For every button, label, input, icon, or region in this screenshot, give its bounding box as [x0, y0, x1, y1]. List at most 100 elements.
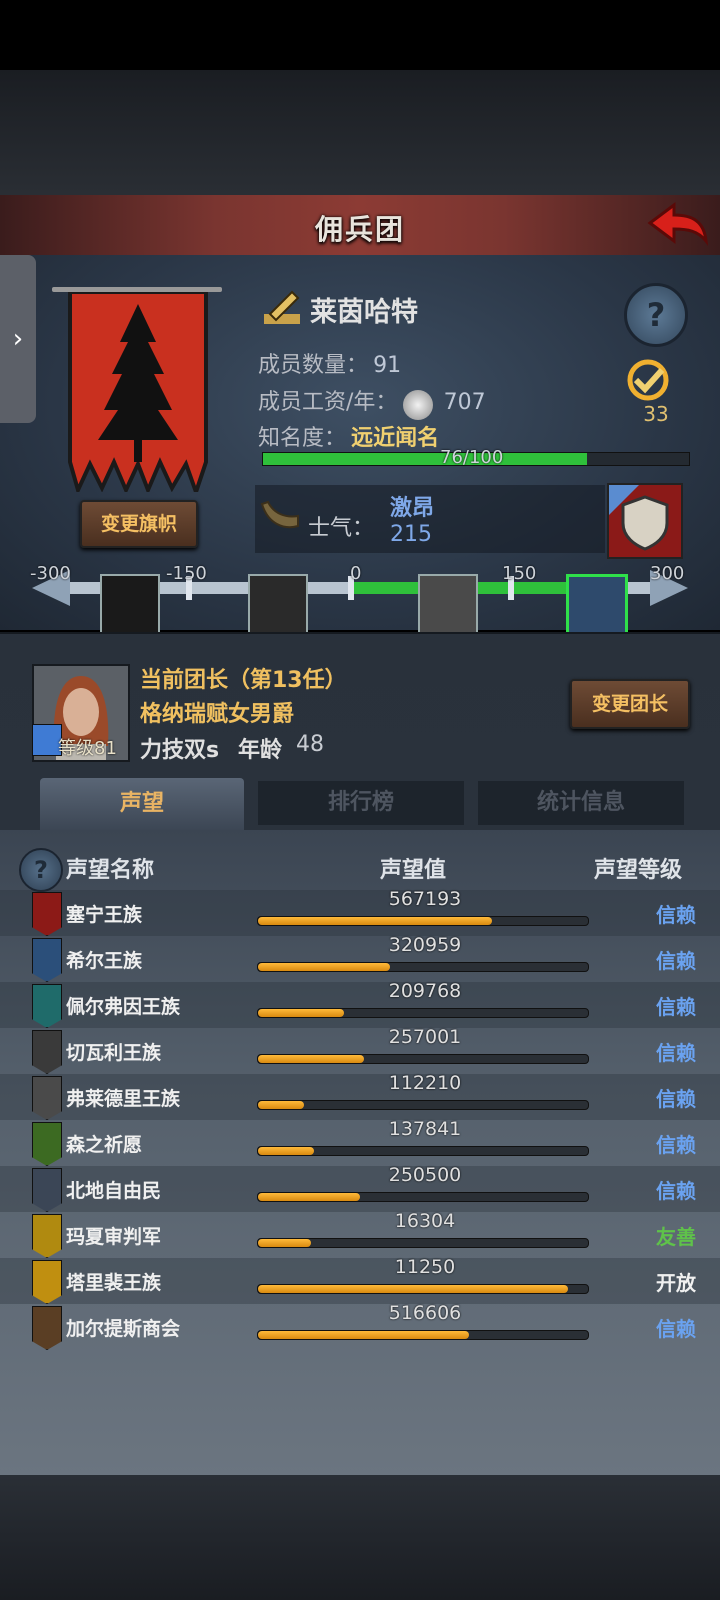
- fame-progress-text: 76/100: [440, 447, 504, 468]
- reputation-bar-fill: [258, 1009, 344, 1017]
- morale-broken-icon[interactable]: [100, 574, 160, 634]
- fame-value: 远近闻名: [351, 426, 440, 451]
- leader-age-label: 年龄: [238, 738, 283, 763]
- reputation-level: 开放: [656, 1271, 696, 1295]
- leader-title: 当前团长（第13任）: [140, 668, 347, 693]
- back-arrow-icon[interactable]: [646, 201, 710, 247]
- badge-count: 33: [643, 402, 669, 426]
- reputation-bar-fill: [258, 1055, 364, 1063]
- scale-label-max: 300: [650, 563, 685, 584]
- change-leader-button[interactable]: 变更团长: [570, 679, 690, 729]
- faction-crest-icon: [32, 1030, 62, 1074]
- target-check-icon[interactable]: [618, 356, 678, 404]
- page-header: 佣兵团: [0, 195, 720, 258]
- company-name: 莱茵哈特: [310, 297, 418, 328]
- faction-name: 佩尔弗因王族: [66, 996, 181, 1018]
- scale-label-high: 150: [502, 563, 537, 584]
- faction-name: 希尔王族: [66, 950, 143, 972]
- faction-name: 塞宁王族: [66, 904, 143, 926]
- reputation-level: 信赖: [656, 1087, 696, 1111]
- table-row[interactable]: 加尔提斯商会 516606 信赖: [0, 1302, 720, 1350]
- reputation-value: 11250: [394, 1256, 456, 1278]
- table-row[interactable]: 佩尔弗因王族 209768 信赖: [0, 980, 720, 1028]
- tab-statistics[interactable]: 统计信息: [478, 781, 684, 825]
- reputation-bar: [257, 1100, 589, 1110]
- reputation-bar-fill: [258, 1239, 311, 1247]
- table-row[interactable]: 塔里裴王族 11250 开放: [0, 1256, 720, 1304]
- edit-name-icon[interactable]: [262, 286, 302, 326]
- table-row[interactable]: 弗莱德里王族 112210 信赖: [0, 1072, 720, 1120]
- reputation-value: 320959: [388, 934, 462, 956]
- scale-label-low: -150: [166, 563, 207, 584]
- reputation-bar-fill: [258, 963, 390, 971]
- question-icon: ?: [646, 296, 666, 334]
- faction-crest-icon: [32, 892, 62, 936]
- side-drawer-handle[interactable]: ›: [0, 255, 36, 423]
- members-row: 成员数量： 91: [258, 347, 401, 379]
- members-value: 91: [373, 353, 402, 378]
- reputation-bar: [257, 1284, 589, 1294]
- faction-crest-icon: [32, 1168, 62, 1212]
- wage-row: 成员工资/年： 707: [258, 384, 486, 420]
- table-row[interactable]: 塞宁王族 567193 信赖: [0, 888, 720, 936]
- reputation-bar: [257, 1238, 589, 1248]
- reputation-bar: [257, 1146, 589, 1156]
- reputation-value: 567193: [388, 888, 462, 910]
- reputation-level: 信赖: [656, 1317, 696, 1341]
- fame-row: 知名度： 远近闻名: [258, 420, 439, 452]
- reputation-level: 友善: [656, 1225, 696, 1249]
- reputation-level: 信赖: [656, 995, 696, 1019]
- faction-name: 塔里裴王族: [66, 1272, 162, 1294]
- table-row[interactable]: 希尔王族 320959 信赖: [0, 934, 720, 982]
- reputation-level: 信赖: [656, 1133, 696, 1157]
- reputation-bar-fill: [258, 1101, 305, 1109]
- reputation-bar: [257, 916, 589, 926]
- wage-value: 707: [443, 390, 486, 415]
- reputation-value: 209768: [388, 980, 462, 1002]
- leader-level: 等级81: [58, 738, 117, 759]
- faction-crest-icon: [32, 1260, 62, 1304]
- col-header-level: 声望等级: [594, 858, 683, 883]
- faction-name: 弗莱德里王族: [66, 1088, 181, 1110]
- help-button[interactable]: ?: [624, 283, 688, 347]
- faction-crest-icon: [32, 1214, 62, 1258]
- table-row[interactable]: 北地自由民 250500 信赖: [0, 1164, 720, 1212]
- reputation-help-button[interactable]: ?: [19, 848, 63, 892]
- col-header-name: 声望名称: [66, 858, 155, 883]
- status-bar-area: [0, 0, 720, 70]
- reputation-bar-fill: [258, 1285, 569, 1293]
- faction-crest-icon: [32, 1122, 62, 1166]
- morale-despair-icon[interactable]: [248, 574, 308, 634]
- reputation-bar-fill: [258, 1147, 315, 1155]
- members-label: 成员数量：: [258, 353, 369, 378]
- top-background: [0, 70, 720, 195]
- fame-progress-fill: [263, 453, 587, 465]
- reputation-value: 250500: [388, 1164, 462, 1186]
- table-row[interactable]: 切瓦利王族 257001 信赖: [0, 1026, 720, 1074]
- wage-label: 成员工资/年：: [258, 390, 398, 415]
- reputation-bar-fill: [258, 917, 493, 925]
- tab-reputation[interactable]: 声望: [40, 778, 244, 830]
- table-row[interactable]: 森之祈愿 137841 信赖: [0, 1118, 720, 1166]
- faction-crest-icon: [32, 984, 62, 1028]
- faction-name: 森之祈愿: [66, 1134, 143, 1156]
- reputation-bar: [257, 1192, 589, 1202]
- leader-name: 格纳瑞赋女男爵: [140, 702, 295, 727]
- reputation-bar: [257, 1330, 589, 1340]
- reputation-bar-fill: [258, 1331, 470, 1339]
- leader-trait: 力技双s: [140, 738, 220, 763]
- reputation-value: 137841: [388, 1118, 462, 1140]
- faction-crest-icon: [32, 938, 62, 982]
- reputation-value: 257001: [388, 1026, 462, 1048]
- tab-ranking[interactable]: 排行榜: [258, 781, 464, 825]
- table-row[interactable]: 玛夏审判军 16304 友善: [0, 1210, 720, 1258]
- change-banner-button[interactable]: 变更旗帜: [80, 500, 198, 548]
- reputation-level: 信赖: [656, 949, 696, 973]
- question-icon: ?: [34, 856, 48, 884]
- morale-high-icon[interactable]: [566, 574, 628, 636]
- morale-steady-icon[interactable]: [418, 574, 478, 634]
- reputation-level: 信赖: [656, 903, 696, 927]
- reputation-level: 信赖: [656, 1041, 696, 1065]
- morale-shield-icon[interactable]: [607, 483, 683, 559]
- reputation-bar: [257, 1008, 589, 1018]
